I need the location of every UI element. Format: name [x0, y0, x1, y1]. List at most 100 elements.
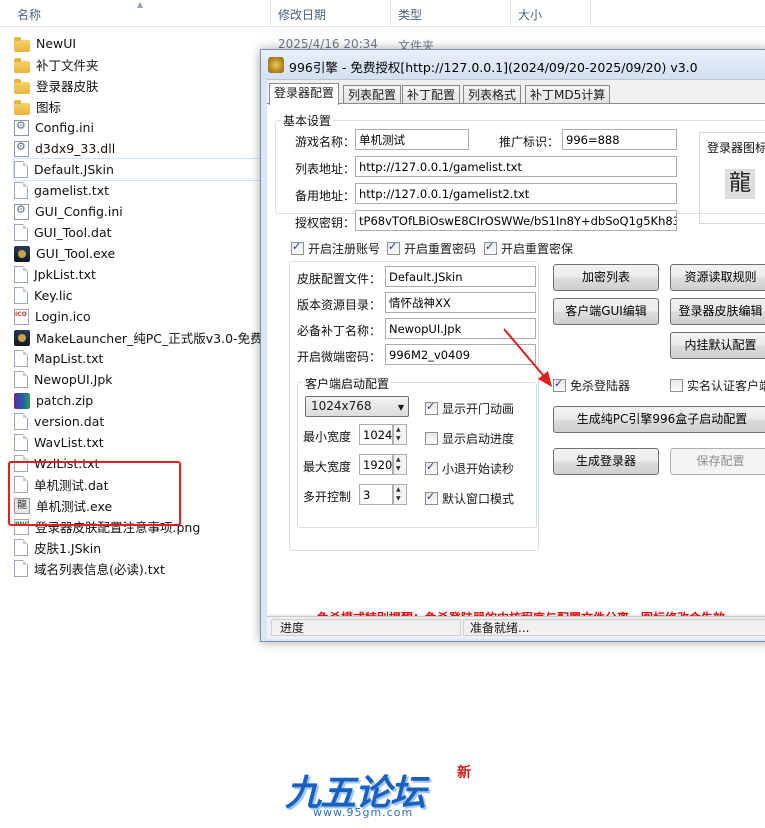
max-width-spinner[interactable]: ▲ ▼ — [393, 454, 407, 475]
exe-icon — [14, 329, 30, 346]
resolution-select[interactable]: 1024x768 ▼ — [305, 396, 409, 417]
file-row[interactable]: GUI_Tool.exe — [14, 243, 264, 264]
file-row[interactable]: 皮肤1.JSkin — [14, 537, 264, 558]
document-icon — [14, 287, 28, 304]
min-width-label: 最小宽度 — [303, 430, 352, 444]
reset-password-checkbox[interactable]: 开启重置密码 — [387, 240, 476, 257]
max-width-input[interactable]: 1920 — [359, 454, 393, 475]
checkbox-checked-icon — [387, 240, 400, 255]
config-file-icon — [14, 140, 29, 157]
file-row[interactable]: NewUI — [14, 33, 264, 54]
multi-open-input[interactable]: 3 — [359, 484, 393, 505]
multi-open-spinner[interactable]: ▲ ▼ — [393, 484, 407, 505]
file-row[interactable]: d3dx9_33.dll — [14, 138, 264, 159]
column-size[interactable]: 大小 — [518, 6, 542, 23]
document-icon — [14, 161, 28, 178]
multi-open-label: 多开控制 — [303, 490, 352, 504]
tab-list-format[interactable]: 列表格式 — [463, 85, 522, 104]
save-config-button[interactable]: 保存配置 — [670, 448, 765, 475]
column-type[interactable]: 类型 — [398, 6, 422, 23]
file-row[interactable]: Key.lic — [14, 285, 264, 306]
checkbox-checked-icon — [484, 240, 497, 255]
file-row[interactable]: GUI_Config.ini — [14, 201, 264, 222]
generate-box-config-button[interactable]: 生成纯PC引擎996盒子启动配置 — [553, 406, 765, 433]
column-date[interactable]: 修改日期 — [278, 6, 326, 23]
plugin-default-button[interactable]: 内挂默认配置 — [670, 332, 765, 359]
title-bar[interactable]: 996引擎 - 免费授权[http://127.0.0.1](2024/09/2… — [261, 50, 765, 79]
gui-edit-button[interactable]: 客户端GUI编辑 — [553, 298, 659, 325]
file-row[interactable]: 图标 — [14, 96, 264, 117]
show-door-anim-checkbox[interactable]: 显示开门动画 — [425, 400, 514, 417]
file-row[interactable]: gamelist.txt — [14, 180, 264, 201]
list-url-input[interactable]: http://127.0.0.1/gamelist.txt — [355, 156, 677, 177]
countdown-checkbox[interactable]: 小退开始读秒 — [425, 460, 514, 477]
file-row[interactable]: patch.zip — [14, 390, 264, 411]
file-name: version.dat — [34, 414, 105, 429]
column-separator[interactable] — [510, 0, 511, 26]
document-icon — [14, 266, 28, 283]
checkbox-checked-icon — [425, 490, 438, 505]
file-row[interactable]: 域名列表信息(必读).txt — [14, 558, 264, 579]
file-row[interactable]: MapList.txt — [14, 348, 264, 369]
auth-key-input[interactable]: tP68vTOfLBiOswE8CIrOSWWe/bS1In8Y+dbSoQ1g… — [355, 210, 677, 231]
status-progress: 进度 — [271, 619, 461, 636]
ico-file-icon — [14, 308, 29, 325]
game-name-label: 游戏名称： — [295, 135, 356, 149]
reset-protect-checkbox[interactable]: 开启重置密保 — [484, 240, 573, 257]
file-row[interactable]: Login.ico — [14, 306, 264, 327]
file-row[interactable]: NewopUI.Jpk — [14, 369, 264, 390]
document-icon — [14, 350, 28, 367]
min-width-spinner[interactable]: ▲ ▼ — [393, 424, 407, 445]
micro-password-label: 开启微端密码： — [297, 350, 382, 364]
file-row[interactable]: WavList.txt — [14, 432, 264, 453]
realname-checkbox[interactable]: 实名认证客户端 — [670, 377, 765, 394]
document-icon — [14, 560, 28, 577]
resource-rules-button[interactable]: 资源读取规则 — [670, 264, 765, 291]
tab-patch-config[interactable]: 补丁配置 — [402, 85, 461, 104]
file-row[interactable]: Default.JSkin — [13, 158, 265, 181]
file-row[interactable]: GUI_Tool.dat — [14, 222, 264, 243]
file-name: Key.lic — [34, 288, 73, 303]
folder-icon — [14, 57, 30, 73]
file-row[interactable]: MakeLauncher_纯PC_正式版v3.0-免费... — [14, 327, 275, 348]
column-separator[interactable] — [590, 0, 591, 26]
backup-url-input[interactable]: http://127.0.0.1/gamelist2.txt — [355, 183, 677, 204]
encrypt-list-button[interactable]: 加密列表 — [553, 264, 659, 291]
column-separator[interactable] — [270, 0, 271, 26]
file-row[interactable]: Config.ini — [14, 117, 264, 138]
file-name: JpkList.txt — [34, 267, 96, 282]
spin-down-icon: ▼ — [396, 495, 401, 502]
document-icon — [14, 224, 28, 241]
column-separator[interactable] — [390, 0, 391, 26]
min-width-input[interactable]: 1024 — [359, 424, 393, 445]
show-progress-checkbox[interactable]: 显示启动进度 — [425, 430, 514, 447]
register-account-checkbox[interactable]: 开启注册账号 — [291, 240, 380, 257]
no-launcher-checkbox[interactable]: 免杀登陆器 — [553, 377, 630, 394]
column-name[interactable]: 名称 — [17, 6, 41, 23]
file-row[interactable]: 登录器皮肤 — [14, 75, 264, 96]
file-row[interactable]: version.dat — [14, 411, 264, 432]
forum-watermark: 九五论坛 新 www.95gm.com — [285, 762, 495, 822]
tab-patch-md5[interactable]: 补丁MD5计算 — [525, 85, 611, 104]
tab-list-config[interactable]: 列表配置 — [343, 85, 402, 104]
spin-up-icon: ▲ — [396, 426, 401, 433]
max-width-label: 最大宽度 — [303, 460, 352, 474]
window-mode-checkbox[interactable]: 默认窗口模式 — [425, 490, 514, 507]
auth-key-label: 授权密钥： — [295, 216, 356, 230]
skin-config-input[interactable]: Default.JSkin — [385, 266, 536, 287]
skin-config-label: 皮肤配置文件： — [297, 272, 382, 286]
promo-input[interactable]: 996=888 — [562, 129, 677, 150]
file-row[interactable]: JpkList.txt — [14, 264, 264, 285]
document-icon — [14, 434, 28, 451]
checkbox-checked-icon — [425, 460, 438, 475]
file-name: gamelist.txt — [34, 183, 109, 198]
generate-launcher-button[interactable]: 生成登录器 — [553, 448, 659, 475]
tab-launcher-config[interactable]: 登录器配置 — [269, 83, 340, 105]
skin-edit-button[interactable]: 登录器皮肤编辑 — [670, 298, 765, 325]
explorer-column-header: ▲ 名称 修改日期 类型 大小 — [0, 0, 765, 27]
file-name: NewopUI.Jpk — [34, 372, 113, 387]
dragon-logo-icon: 龍 — [725, 169, 755, 199]
file-row[interactable]: 补丁文件夹 — [14, 54, 264, 75]
resource-dir-input[interactable]: 情怀战神XX — [385, 292, 536, 313]
game-name-input[interactable]: 单机测试 — [355, 129, 469, 150]
